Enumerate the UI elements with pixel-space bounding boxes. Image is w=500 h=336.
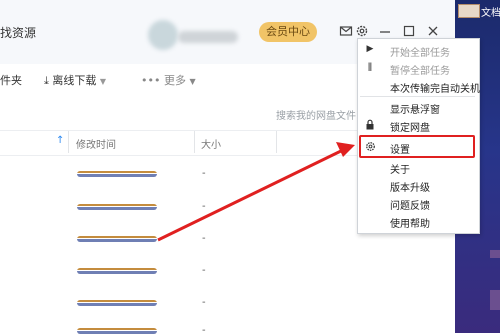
settings-highlight-box: [359, 135, 475, 158]
menu-item-upgrade[interactable]: 版本升级: [390, 179, 430, 194]
menu-item-help[interactable]: 使用帮助: [390, 215, 430, 230]
lock-icon: [364, 119, 376, 133]
menu-item-floating-window[interactable]: 显示悬浮窗: [390, 101, 440, 116]
menu-item-about[interactable]: 关于: [390, 161, 410, 176]
menu-item-start-all[interactable]: 开始全部任务: [390, 44, 450, 59]
menu-item-feedback[interactable]: 问题反馈: [390, 197, 430, 212]
menu-item-lock[interactable]: 锁定网盘: [390, 119, 430, 134]
menu-divider: [360, 96, 475, 97]
menu-item-auto-shutdown[interactable]: 本次传输完自动关机: [390, 80, 480, 95]
menu-item-pause-all[interactable]: 暂停全部任务: [390, 62, 450, 77]
pause-icon: ǁ: [367, 62, 373, 72]
play-icon: ▶: [366, 44, 374, 54]
